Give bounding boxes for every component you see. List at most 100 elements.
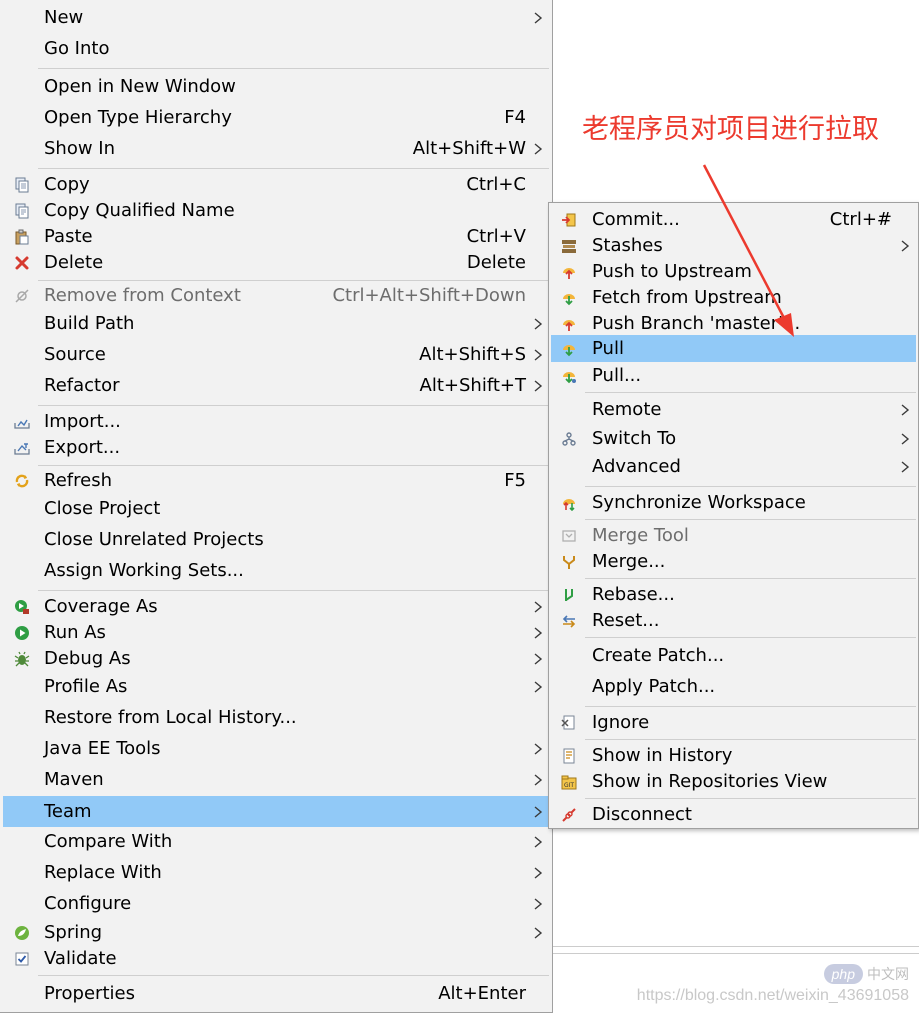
menu-item-label: Open Type Hierarchy <box>44 107 232 128</box>
submenu-item-show-in-history[interactable]: Show in History <box>551 742 916 770</box>
submenu-item-remote[interactable]: Remote <box>551 396 916 424</box>
menu-separator <box>38 405 549 406</box>
menu-item-label: Close Unrelated Projects <box>44 529 264 550</box>
submenu-arrow-icon <box>533 835 543 849</box>
menu-item-open-type-hierarchy[interactable]: Open Type Hierarchy F4 <box>3 104 549 132</box>
menu-item-properties[interactable]: Properties Alt+Enter <box>3 980 549 1008</box>
submenu-arrow-icon <box>533 11 543 25</box>
menu-item-restore-from-local-history[interactable]: Restore from Local History... <box>3 704 549 732</box>
submenu-item-apply-patch[interactable]: Apply Patch... <box>551 673 916 701</box>
menu-item-shortcut: Alt+Shift+S <box>419 344 526 365</box>
submenu-item-ignore[interactable]: Ignore <box>551 709 916 737</box>
menu-item-close-project[interactable]: Close Project <box>3 495 549 523</box>
menu-item-compare-with[interactable]: Compare With <box>3 828 549 856</box>
disconnect-icon <box>561 807 577 823</box>
menu-item-new[interactable]: New <box>3 4 549 32</box>
submenu-arrow-icon <box>900 403 910 417</box>
menu-separator <box>38 975 549 976</box>
menu-item-label: Reset... <box>592 610 660 631</box>
submenu-item-push-branch[interactable]: Push Branch 'master'... <box>551 310 916 338</box>
merge-tool-icon <box>561 528 577 544</box>
menu-item-export[interactable]: Export... <box>3 434 549 462</box>
menu-item-close-unrelated-projects[interactable]: Close Unrelated Projects <box>3 526 549 554</box>
menu-item-label: Refresh <box>44 470 112 491</box>
menu-item-label: Rebase... <box>592 584 675 605</box>
submenu-item-synchronize-workspace[interactable]: Synchronize Workspace <box>551 489 916 517</box>
submenu-item-disconnect[interactable]: Disconnect <box>551 801 916 829</box>
menu-item-label: Restore from Local History... <box>44 707 297 728</box>
submenu-item-pull-dialog[interactable]: Pull... <box>551 362 916 390</box>
reset-icon <box>561 613 577 629</box>
submenu-arrow-icon <box>533 317 543 331</box>
menu-item-source[interactable]: Source Alt+Shift+S <box>3 341 549 369</box>
menu-item-go-into[interactable]: Go Into <box>3 35 549 63</box>
menu-item-label: Go Into <box>44 38 110 59</box>
push-icon <box>561 264 577 280</box>
submenu-arrow-icon <box>533 805 543 819</box>
menu-item-assign-working-sets[interactable]: Assign Working Sets... <box>3 557 549 585</box>
commit-icon <box>561 212 577 228</box>
php-badge: php <box>823 964 863 984</box>
menu-item-label: Source <box>44 344 106 365</box>
menu-item-debug-as[interactable]: Debug As <box>3 645 549 673</box>
menu-item-replace-with[interactable]: Replace With <box>3 859 549 887</box>
submenu-item-pull[interactable]: Pull <box>551 335 916 362</box>
menu-separator <box>585 706 916 707</box>
submenu-item-create-patch[interactable]: Create Patch... <box>551 642 916 670</box>
submenu-arrow-icon <box>533 600 543 614</box>
menu-item-label: Java EE Tools <box>44 738 161 759</box>
menu-item-label: Fetch from Upstream <box>592 287 782 308</box>
menu-item-shortcut: Delete <box>466 252 526 273</box>
submenu-item-merge[interactable]: Merge... <box>551 548 916 576</box>
menu-item-label: Switch To <box>592 428 677 449</box>
menu-item-java-ee-tools[interactable]: Java EE Tools <box>3 735 549 763</box>
menu-item-show-in[interactable]: Show In Alt+Shift+W <box>3 135 549 163</box>
menu-item-delete[interactable]: Delete Delete <box>3 249 549 277</box>
menu-item-validate[interactable]: Validate <box>3 945 549 973</box>
submenu-item-show-in-repositories-view[interactable]: GIT Show in Repositories View <box>551 768 916 796</box>
menu-item-label: Show in Repositories View <box>592 771 828 792</box>
submenu-arrow-icon <box>900 239 910 253</box>
menu-item-profile-as[interactable]: Profile As <box>3 673 549 701</box>
menu-item-coverage-as[interactable]: Coverage As <box>3 593 549 621</box>
menu-item-label: Merge Tool <box>592 525 689 546</box>
menu-item-configure[interactable]: Configure <box>3 890 549 918</box>
submenu-item-push-to-upstream[interactable]: Push to Upstream <box>551 258 916 286</box>
menu-separator <box>585 486 916 487</box>
submenu-arrow-icon <box>533 379 543 393</box>
submenu-item-fetch-from-upstream[interactable]: Fetch from Upstream <box>551 284 916 312</box>
submenu-item-reset[interactable]: Reset... <box>551 607 916 635</box>
menu-item-label: Show In <box>44 138 116 159</box>
submenu-item-advanced[interactable]: Advanced <box>551 453 916 481</box>
submenu-item-switch-to[interactable]: Switch To <box>551 425 916 453</box>
menu-item-label: Apply Patch... <box>592 676 716 697</box>
menu-item-team[interactable]: Team <box>3 796 549 827</box>
menu-item-build-path[interactable]: Build Path <box>3 310 549 338</box>
context-menu: New Go Into Open in New Window Open Type… <box>0 0 553 1013</box>
menu-item-copy[interactable]: Copy Ctrl+C <box>3 171 549 199</box>
menu-item-label: Stashes <box>592 235 663 256</box>
menu-item-open-in-new-window[interactable]: Open in New Window <box>3 73 549 101</box>
php-site-label: 中文网 <box>867 966 909 982</box>
menu-item-spring[interactable]: Spring <box>3 919 549 947</box>
menu-item-import[interactable]: Import... <box>3 408 549 436</box>
submenu-item-commit[interactable]: Commit... Ctrl+# <box>551 206 916 234</box>
history-icon <box>561 748 577 764</box>
menu-item-label: Maven <box>44 769 104 790</box>
menu-item-paste[interactable]: Paste Ctrl+V <box>3 223 549 251</box>
menu-item-maven[interactable]: Maven <box>3 766 549 794</box>
menu-item-label: Synchronize Workspace <box>592 492 806 513</box>
submenu-item-merge-tool: Merge Tool <box>551 522 916 550</box>
menu-item-copy-qualified-name[interactable]: Copy Qualified Name <box>3 197 549 225</box>
submenu-item-rebase[interactable]: Rebase... <box>551 581 916 609</box>
menu-item-refactor[interactable]: Refactor Alt+Shift+T <box>3 372 549 400</box>
background-divider <box>553 953 919 954</box>
menu-item-refresh[interactable]: Refresh F5 <box>3 467 549 495</box>
menu-item-run-as[interactable]: Run As <box>3 619 549 647</box>
submenu-arrow-icon <box>533 680 543 694</box>
submenu-item-stashes[interactable]: Stashes <box>551 232 916 260</box>
menu-item-label: Push to Upstream <box>592 261 752 282</box>
refresh-icon <box>14 473 30 489</box>
menu-separator <box>585 637 916 638</box>
menu-item-label: Show in History <box>592 745 733 766</box>
